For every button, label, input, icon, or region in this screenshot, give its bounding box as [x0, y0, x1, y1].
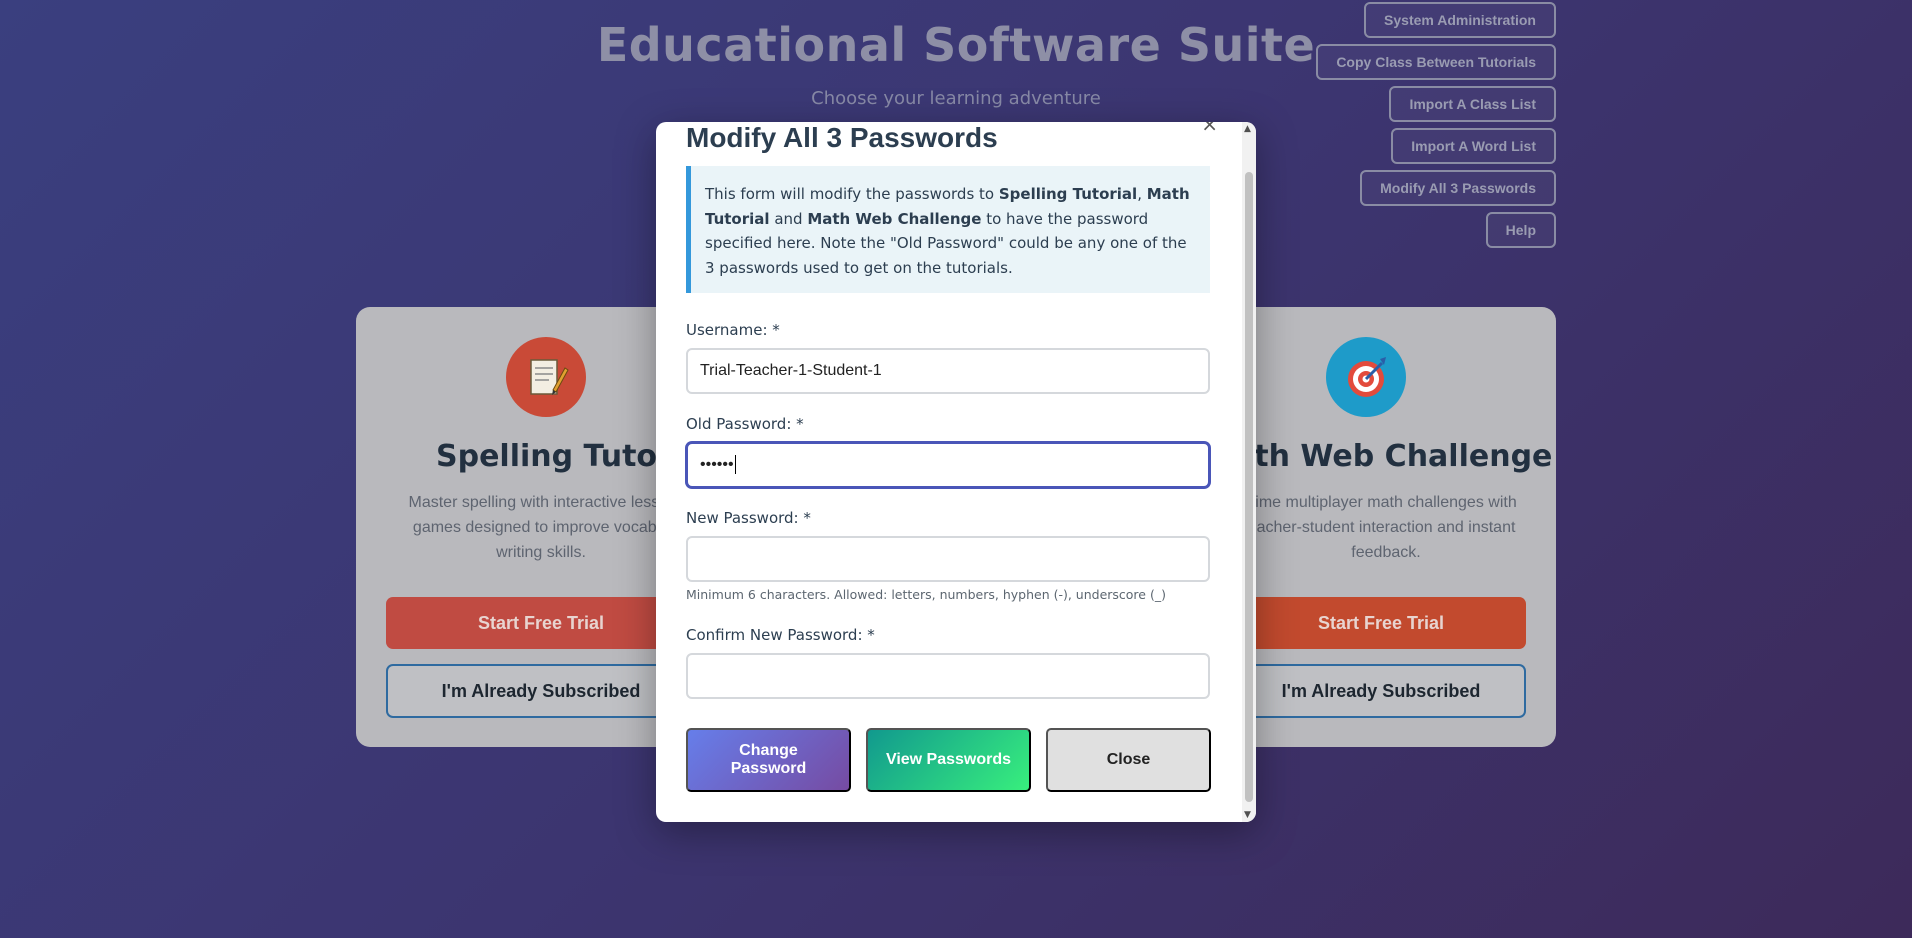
info-text: , [1137, 185, 1147, 203]
scroll-thumb[interactable] [1245, 172, 1253, 802]
view-passwords-button[interactable]: View Passwords [866, 728, 1031, 792]
modal-overlay: × Modify All 3 Passwords This form will … [0, 0, 1912, 938]
old-password-label: Old Password: * [686, 415, 804, 433]
info-bold-spelling: Spelling Tutorial [998, 185, 1138, 203]
info-text: and [769, 209, 808, 228]
text-caret [734, 455, 736, 475]
dialog-scrollbar[interactable]: ▲ ▼ [1242, 122, 1256, 822]
new-password-field[interactable] [686, 536, 1210, 582]
username-field[interactable]: Trial-Teacher-1-Student-1 [686, 348, 1210, 394]
confirm-password-label: Confirm New Password: * [686, 626, 875, 644]
confirm-password-field[interactable] [686, 653, 1210, 699]
scroll-up-icon[interactable]: ▲ [1244, 124, 1251, 134]
old-password-field[interactable]: •••••• [686, 442, 1210, 488]
old-password-mask: •••••• [700, 456, 734, 473]
new-password-label: New Password: * [686, 509, 811, 527]
dialog-title: Modify All 3 Passwords [686, 122, 998, 153]
close-icon[interactable]: × [1201, 122, 1218, 134]
change-password-button[interactable]: Change Password [686, 728, 851, 792]
close-button[interactable]: Close [1046, 728, 1211, 792]
password-hint: Minimum 6 characters. Allowed: letters, … [686, 587, 1166, 602]
info-notice: This form will modify the passwords to S… [686, 166, 1210, 293]
modify-passwords-dialog: × Modify All 3 Passwords This form will … [656, 122, 1256, 822]
info-bold-math-web: Math Web Challenge [807, 209, 982, 228]
info-text: This form will modify the passwords to [705, 185, 999, 203]
scroll-down-icon[interactable]: ▼ [1244, 810, 1251, 820]
username-label: Username: * [686, 321, 780, 339]
